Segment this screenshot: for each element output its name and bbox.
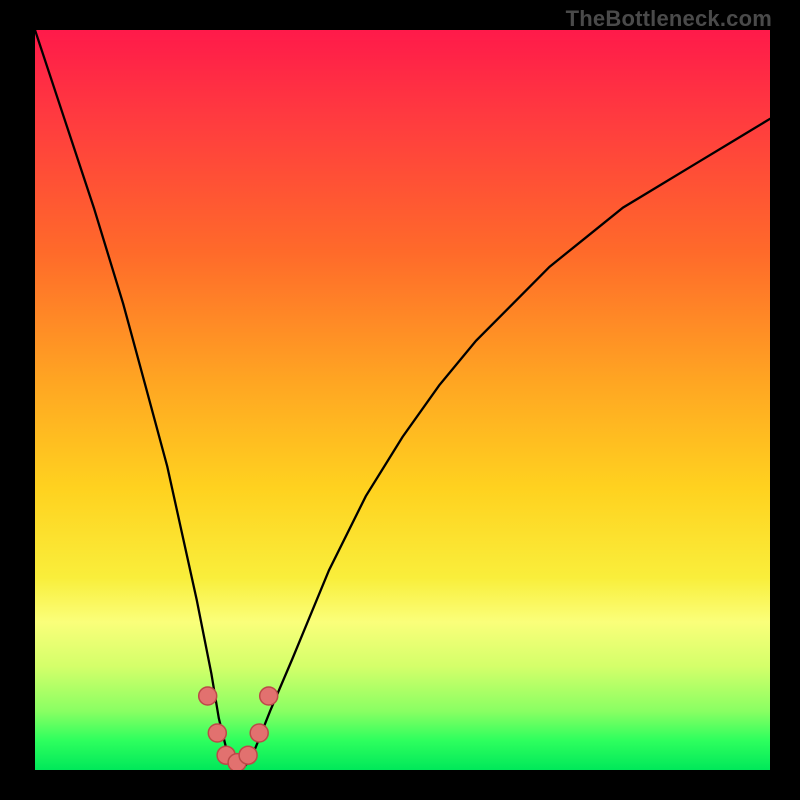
curve-line [35,30,770,770]
watermark-text: TheBottleneck.com [566,6,772,32]
curve-marker [239,746,257,764]
chart-frame: TheBottleneck.com [0,0,800,800]
curve-marker [208,724,226,742]
curve-markers [199,687,278,770]
curve-marker [260,687,278,705]
curve-marker [199,687,217,705]
curve-marker [250,724,268,742]
chart-svg [35,30,770,770]
plot-area [35,30,770,770]
